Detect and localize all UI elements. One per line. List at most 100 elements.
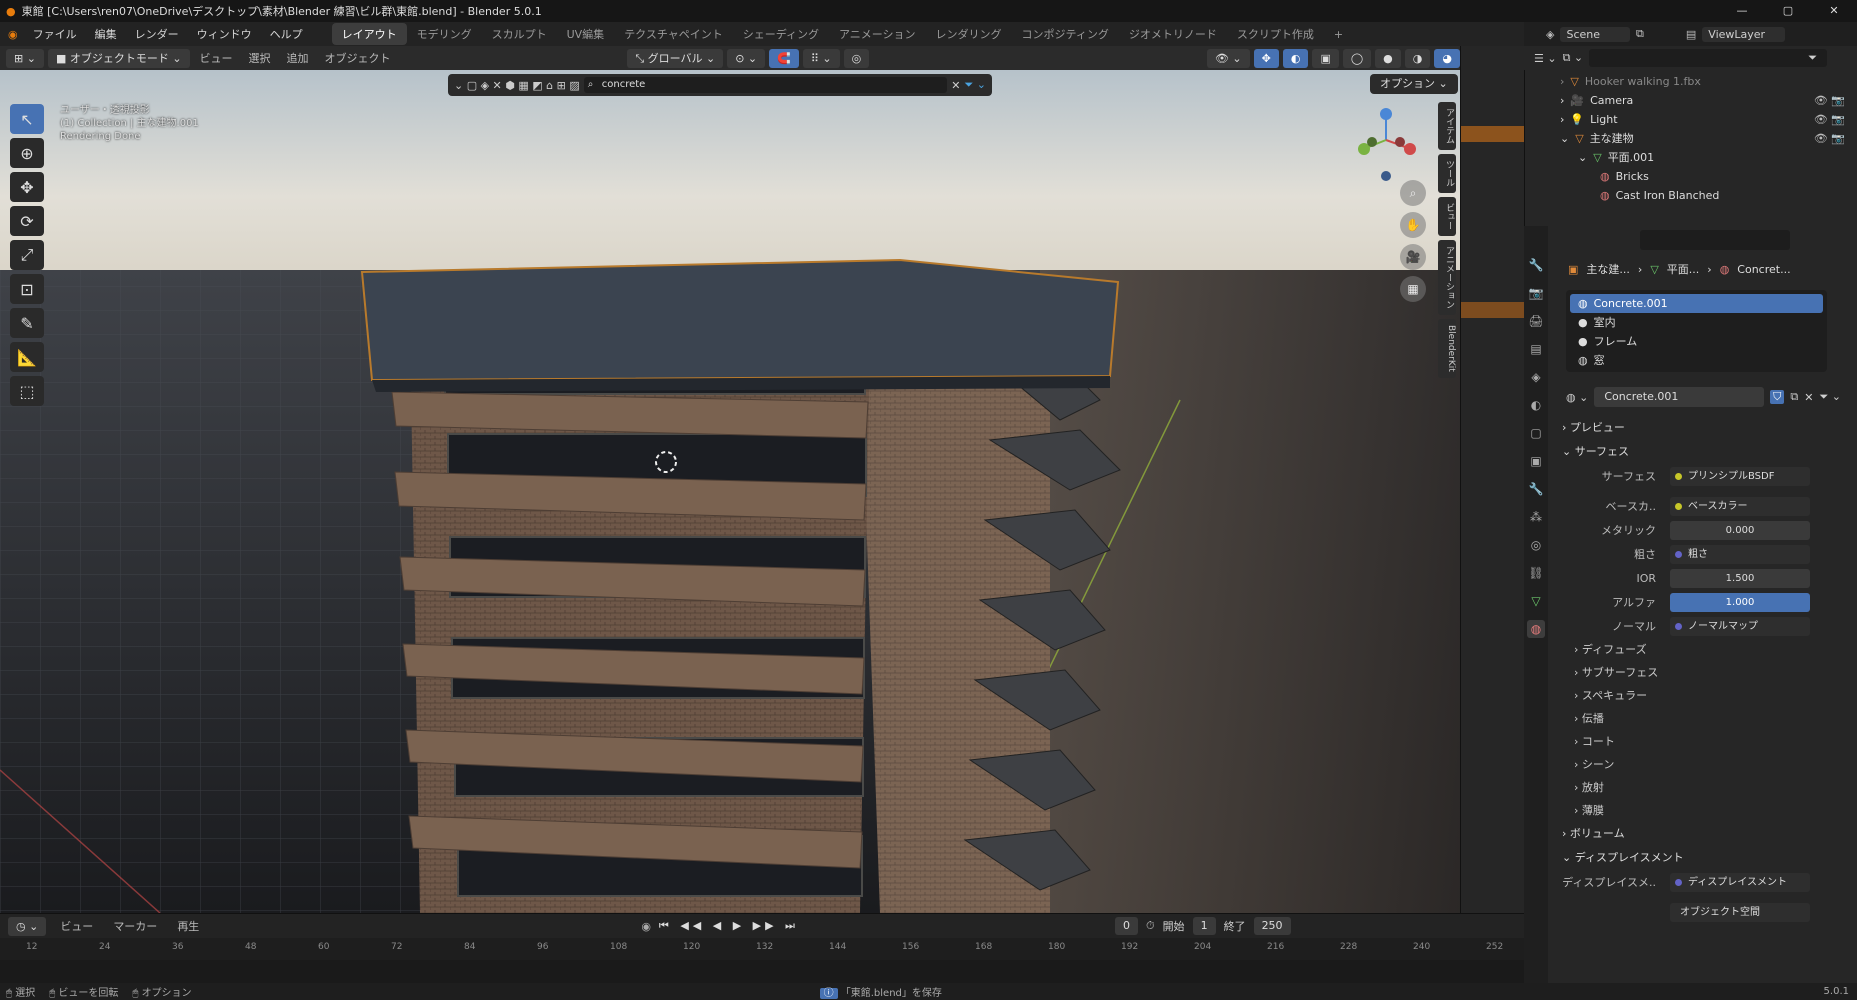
solid-shading-button[interactable]: ● [1375, 48, 1401, 68]
outliner-row[interactable]: ⌄ ▽ 平面.001 [1560, 148, 1857, 167]
annotate-tool[interactable]: ✎ [10, 308, 44, 338]
3d-viewport[interactable] [0, 70, 1460, 913]
zoom-icon[interactable]: ⌕ [1400, 180, 1426, 206]
tab-texture-paint[interactable]: テクスチャペイント [614, 23, 733, 45]
menu-render[interactable]: レンダー [126, 26, 188, 42]
tab-sculpt[interactable]: スカルプト [482, 23, 557, 45]
transform-orientation-dropdown[interactable]: ⤡ グローバル ⌄ [627, 48, 724, 68]
playback-controls[interactable]: ⏮ ◀◀ ◀ ▶ ▶▶ ⏭ [659, 919, 799, 933]
end-frame-field[interactable]: 250 [1253, 917, 1291, 935]
rendered-shading-button[interactable]: ◕ [1434, 48, 1460, 68]
base-color-field[interactable]: ベースカラー [1670, 496, 1810, 516]
sidetab-item[interactable]: アイテム [1438, 102, 1456, 150]
subsection-emission[interactable]: › 放射 [1550, 776, 1857, 799]
displacement-field[interactable]: ディスプレイスメント [1670, 872, 1810, 892]
sidetab-view[interactable]: ビュー [1438, 197, 1456, 236]
rotate-tool[interactable]: ⟳ [10, 206, 44, 236]
material-slot[interactable]: ● フレーム [1570, 332, 1823, 351]
subsection-thin-film[interactable]: › 薄膜 [1550, 799, 1857, 822]
object-tab-icon[interactable]: ▣ [1527, 452, 1545, 470]
material-slot[interactable]: ● 室内 [1570, 313, 1823, 332]
expand-chevron-icon[interactable]: › [1560, 72, 1564, 91]
start-frame-field[interactable]: 1 [1192, 917, 1216, 935]
minimize-button[interactable]: — [1719, 0, 1765, 22]
view-layer-tab-icon[interactable]: ▤ [1527, 340, 1545, 358]
wireframe-shading-button[interactable]: ◯ [1342, 48, 1372, 68]
expand-chevron-icon[interactable]: ⌄ [1578, 148, 1587, 167]
eye-icon[interactable]: 👁 📷 [1814, 129, 1845, 148]
unlink-icon[interactable]: ✕ [1804, 391, 1813, 404]
gizmo-toggle[interactable]: ✥ [1253, 48, 1279, 68]
scene-selector[interactable]: Scene [1560, 26, 1631, 42]
eye-icon[interactable]: 👁 📷 [1814, 91, 1845, 110]
normal-field[interactable]: ノーマルマップ [1670, 616, 1810, 636]
select-box-tool[interactable]: ↖ [10, 104, 44, 134]
measure-tool[interactable]: 📐 [10, 342, 44, 372]
mode-dropdown[interactable]: ■ オブジェクトモード ⌄ [47, 48, 190, 68]
constraints-tab-icon[interactable]: ⛓ [1527, 564, 1545, 582]
menu-view[interactable]: ビュー [194, 50, 239, 66]
grid-icon[interactable]: ▦ [1400, 276, 1426, 302]
timeline-menu-playback[interactable]: 再生 [171, 918, 205, 934]
world-tab-icon[interactable]: ◐ [1527, 396, 1545, 414]
filter-funnel-icon[interactable]: ⏷ [1808, 51, 1817, 65]
snap-target-dropdown[interactable]: ⠿ ⌄ [802, 48, 840, 68]
tab-rendering[interactable]: レンダリング [926, 23, 1012, 45]
tab-scripting[interactable]: スクリプト作成 [1227, 23, 1324, 45]
menu-select[interactable]: 選択 [243, 50, 277, 66]
section-displacement[interactable]: ⌄ ディスプレイスメント [1550, 846, 1857, 870]
ior-field[interactable]: 1.500 [1670, 568, 1810, 588]
outliner-row[interactable]: ◍ Bricks [1560, 167, 1857, 186]
timeline-menu-view[interactable]: ビュー [54, 918, 99, 934]
editor-type-button[interactable]: ⊞ ⌄ [6, 48, 44, 68]
menu-add[interactable]: 追加 [281, 50, 315, 66]
maximize-button[interactable]: ▢ [1765, 0, 1811, 22]
navigation-gizmo[interactable] [1350, 100, 1420, 190]
timeline-track[interactable] [0, 960, 1524, 984]
section-surface[interactable]: ⌄ サーフェス [1550, 440, 1857, 464]
timeline-ruler[interactable]: 12 24 36 48 60 72 84 96 108 120 132 144 … [0, 938, 1524, 960]
timeline-editor-type[interactable]: ◷ ⌄ [8, 916, 47, 936]
subsection-specular[interactable]: › スペキュラー [1550, 684, 1857, 707]
snap-toggle[interactable]: 🧲 [769, 48, 799, 68]
collection-tab-icon[interactable]: ▢ [1527, 424, 1545, 442]
tab-shading[interactable]: シェーディング [733, 23, 829, 45]
section-preview[interactable]: › プレビュー [1550, 416, 1857, 440]
outliner-row[interactable]: ⌄ ▽ 主な建物 👁 📷 [1560, 129, 1857, 148]
filter-dropdown-icon[interactable]: ⏷ ⌄ [1819, 390, 1841, 404]
cursor-tool[interactable]: ⊕ [10, 138, 44, 168]
tab-compositing[interactable]: コンポジティング [1012, 23, 1119, 45]
displacement-space-dropdown[interactable]: オブジェクト空間 [1670, 902, 1810, 922]
output-tab-icon[interactable]: 🖨 [1527, 312, 1545, 330]
material-browse-icon[interactable]: ◍ ⌄ [1566, 391, 1588, 404]
outliner-row[interactable]: › 💡 Light 👁 📷 [1560, 110, 1857, 129]
material-slot[interactable]: ◍ Concrete.001 [1570, 294, 1823, 313]
fake-user-icon[interactable]: ⛉ [1770, 390, 1785, 404]
metallic-field[interactable]: 0.000 [1670, 520, 1810, 540]
proportional-edit-toggle[interactable]: ◎ [843, 48, 870, 68]
tool-tab-icon[interactable]: 🔧 [1527, 256, 1545, 274]
options-dropdown[interactable]: オプション ⌄ [1370, 74, 1458, 94]
subsection-transmission[interactable]: › 伝播 [1550, 707, 1857, 730]
timeline-menu-marker[interactable]: マーカー [107, 918, 163, 934]
roughness-field[interactable]: 粗さ [1670, 544, 1810, 564]
duplicate-icon[interactable]: ⧉ [1790, 390, 1798, 404]
sidetab-blenderkit[interactable]: BlenderKit [1438, 319, 1456, 378]
render-tab-icon[interactable]: 📷 [1527, 284, 1545, 302]
expand-chevron-icon[interactable]: › [1560, 110, 1564, 129]
outliner-search-input[interactable] [1589, 49, 1827, 67]
camera-icon[interactable]: 🎥 [1400, 244, 1426, 270]
tab-modeling[interactable]: モデリング [407, 23, 482, 45]
material-slot[interactable]: ◍ 窓 [1570, 351, 1823, 370]
visibility-dropdown[interactable]: 👁 ⌄ [1206, 48, 1250, 68]
scale-tool[interactable]: ⤢ [10, 240, 44, 270]
material-shading-button[interactable]: ◑ [1404, 48, 1431, 68]
clear-search-button[interactable]: ✕ [951, 79, 960, 92]
tab-uv-editing[interactable]: UV編集 [557, 23, 615, 45]
eye-icon[interactable]: 👁 📷 [1814, 110, 1845, 129]
tab-geometry-nodes[interactable]: ジオメトリノード [1119, 23, 1227, 45]
alpha-field[interactable]: 1.000 [1670, 592, 1810, 612]
outliner-editor-icon[interactable]: ☰ ⌄ [1534, 52, 1557, 65]
close-button[interactable]: ✕ [1811, 0, 1857, 22]
outliner-filter-icon[interactable]: ⧉ ⌄ [1563, 51, 1584, 65]
